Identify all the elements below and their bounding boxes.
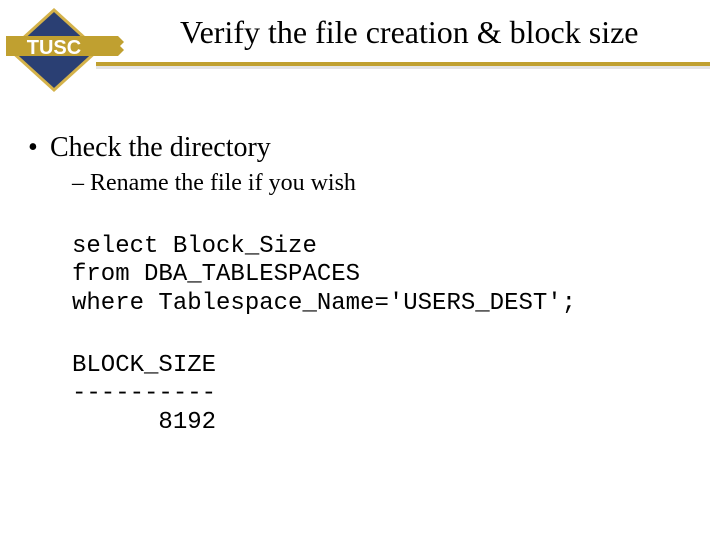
slide-title: Verify the file creation & block size bbox=[180, 14, 638, 51]
sql-output-block: BLOCK_SIZE ---------- 8192 bbox=[72, 352, 698, 437]
tusc-logo: TUSC bbox=[6, 6, 146, 94]
logo-text: TUSC bbox=[27, 37, 81, 59]
output-separator: ---------- bbox=[72, 380, 216, 407]
title-underline-shadow bbox=[96, 66, 710, 69]
bullet-level1: •Check the directory bbox=[28, 132, 698, 164]
output-header: BLOCK_SIZE bbox=[72, 352, 216, 379]
code-line: from DBA_TABLESPACES bbox=[72, 261, 360, 288]
output-value: 8192 bbox=[72, 409, 216, 436]
sql-code-block: select Block_Size from DBA_TABLESPACES w… bbox=[72, 233, 698, 318]
bullet-level2: – Rename the file if you wish bbox=[72, 170, 698, 197]
slide: TUSC Verify the file creation & block si… bbox=[0, 0, 720, 540]
code-line: select Block_Size bbox=[72, 233, 317, 260]
bullet-level1-text: Check the directory bbox=[50, 132, 271, 163]
content-area: •Check the directory – Rename the file i… bbox=[28, 132, 698, 437]
bullet-level2-text: Rename the file if you wish bbox=[90, 170, 356, 196]
code-line: where Tablespace_Name='USERS_DEST'; bbox=[72, 290, 576, 317]
